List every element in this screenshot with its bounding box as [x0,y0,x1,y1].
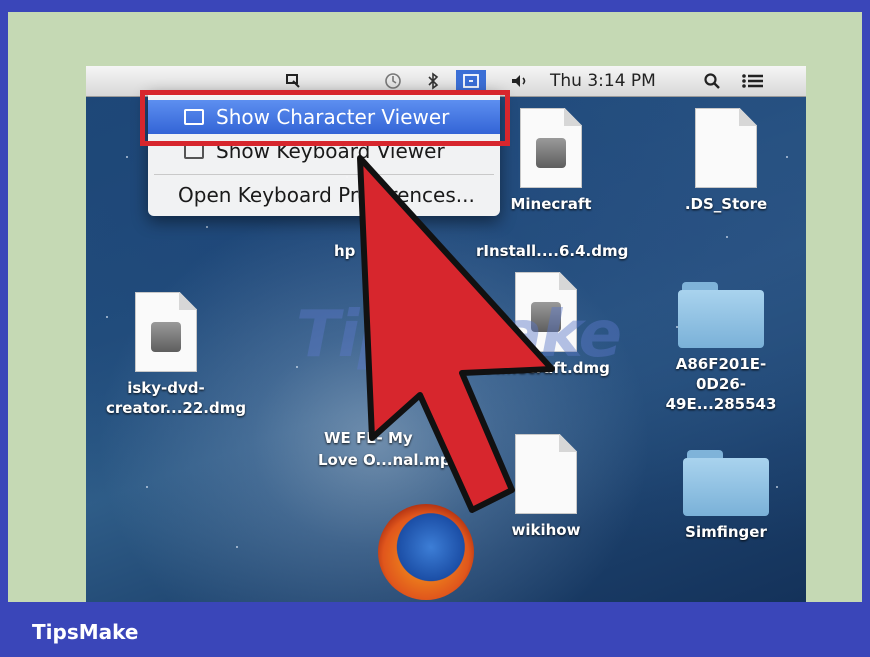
brand-logo: TipsMake [32,620,139,644]
footer-bar: TipsMake [0,602,870,657]
pointer-arrow-icon [357,155,555,513]
